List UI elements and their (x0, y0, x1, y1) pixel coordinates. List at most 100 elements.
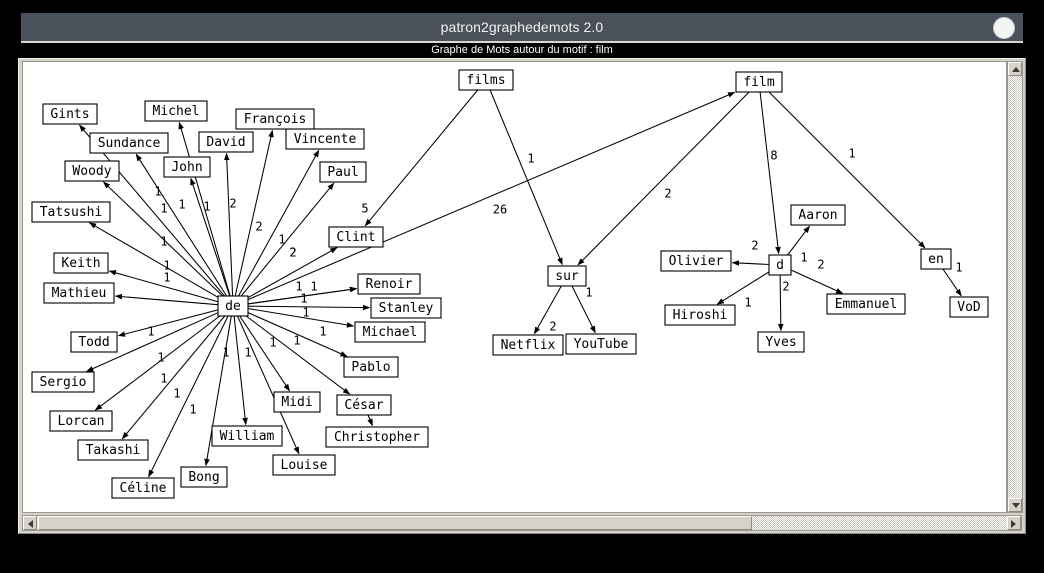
graph-node[interactable]: Olivier (660, 250, 732, 272)
vertical-scrollbar[interactable] (1007, 61, 1023, 513)
edge-weight-label: 1 (310, 280, 317, 294)
window-close-button[interactable] (993, 17, 1015, 39)
graph-node[interactable]: Hiroshi (664, 304, 736, 326)
node-label: YouTube (574, 337, 629, 352)
graph-node[interactable]: William (211, 425, 283, 447)
graph-node[interactable]: YouTube (565, 333, 637, 355)
graph-edge (117, 309, 219, 337)
graph-edge (190, 177, 231, 297)
scroll-right-button[interactable] (1007, 516, 1021, 530)
graph-node[interactable]: Takashi (77, 439, 149, 461)
node-label: Christopher (334, 430, 420, 445)
edge-weight-label: 2 (255, 220, 262, 234)
graph-node[interactable]: Mathieu (43, 282, 115, 304)
scroll-left-button[interactable] (23, 516, 37, 530)
graph-node[interactable]: Keith (53, 252, 109, 274)
edge-weight-label: 1 (157, 351, 164, 365)
horizontal-scrollbar[interactable] (22, 515, 1022, 531)
graph-node[interactable]: Michel (144, 100, 208, 122)
node-label: Olivier (669, 254, 724, 269)
graph-nodes: films film de sur d en Gints Sundance Woody Tatsu… (31, 69, 989, 499)
graph-node[interactable]: films (458, 69, 514, 91)
graph-node[interactable]: Tatsushi (31, 201, 111, 223)
graph-panel: films film de sur d en Gints Sundance Woody Tatsu… (18, 58, 1026, 534)
graph-node[interactable]: Emmanuel (826, 293, 906, 315)
node-label: Takashi (86, 443, 141, 458)
graph-node[interactable]: Aaron (790, 204, 846, 226)
node-label: Paul (327, 165, 358, 180)
triangle-left-icon (28, 520, 33, 528)
node-label: Pablo (351, 360, 390, 375)
graph-node[interactable]: en (920, 248, 952, 270)
graph-node[interactable]: Pablo (343, 356, 399, 378)
graph-node[interactable]: Woody (64, 160, 120, 182)
node-label: César (344, 398, 383, 413)
graph-node[interactable]: Louise (272, 454, 336, 476)
graph-node[interactable]: Lorcan (49, 410, 113, 432)
graph-node[interactable]: César (336, 394, 392, 416)
node-label: Stanley (379, 301, 434, 316)
edge-weight-label: 2 (549, 320, 556, 334)
node-label: Midi (281, 395, 312, 410)
graph-node[interactable]: John (163, 156, 211, 178)
graph-node[interactable]: Netflix (492, 334, 564, 356)
graph-node[interactable]: sur (547, 265, 587, 287)
triangle-right-icon (1011, 520, 1016, 528)
graph-node[interactable]: Gints (42, 103, 98, 125)
graph-node[interactable]: Céline (111, 477, 175, 499)
node-label: sur (555, 269, 579, 284)
graph-edge (367, 414, 373, 427)
node-label: Vincente (294, 132, 357, 147)
graph-node[interactable]: film (735, 71, 783, 93)
node-label: Gints (50, 107, 89, 122)
node-label: William (220, 429, 275, 444)
graph-node[interactable]: VoD (949, 296, 989, 318)
graph-node[interactable]: Bong (180, 466, 228, 488)
edge-weight-label: 1 (147, 325, 154, 339)
graph-node[interactable]: Yves (757, 331, 805, 353)
graph-node[interactable]: Michael (354, 321, 426, 343)
graph-node[interactable]: de (217, 295, 249, 317)
triangle-down-icon (1012, 503, 1020, 508)
edge-weight-label: 1 (585, 286, 592, 300)
graph-canvas[interactable]: films film de sur d en Gints Sundance Woody Tatsu… (22, 61, 1007, 513)
edge-weight-label: 8 (770, 149, 777, 163)
node-label: Clint (336, 230, 375, 245)
horizontal-scroll-thumb[interactable] (38, 516, 752, 530)
graph-node[interactable]: Todd (70, 331, 118, 353)
graph-edge (240, 182, 335, 297)
graph-node[interactable]: David (198, 131, 254, 153)
graph-edge (731, 260, 770, 266)
edge-weight-label: 1 (744, 296, 751, 310)
graph-edge (577, 91, 750, 266)
edge-weight-label: 26 (493, 203, 507, 217)
graph-node[interactable]: Stanley (370, 297, 442, 319)
node-label: Céline (120, 481, 167, 496)
graph-node[interactable]: Renoir (357, 273, 421, 295)
graph-node[interactable]: Vincente (285, 128, 365, 150)
node-label: John (171, 160, 202, 175)
graph-edge (759, 91, 781, 255)
graph-node[interactable]: Paul (319, 161, 367, 183)
scroll-up-button[interactable] (1008, 62, 1022, 76)
graph-node[interactable]: d (768, 254, 792, 276)
graph-node[interactable]: François (235, 108, 315, 130)
edge-weight-label: 1 (163, 271, 170, 285)
graph-edge (489, 89, 563, 266)
edge-weight-label: 1 (160, 202, 167, 216)
edge-weight-label: 2 (289, 246, 296, 260)
graph-node[interactable]: Clint (328, 226, 384, 248)
edge-weight-label: 1 (278, 233, 285, 247)
graph-node[interactable]: Christopher (325, 426, 429, 448)
node-label: Sundance (98, 136, 161, 151)
edge-weight-label: 2 (817, 258, 824, 272)
graph-node[interactable]: Sundance (89, 132, 169, 154)
node-label: Emmanuel (835, 297, 898, 312)
node-label: Aaron (798, 208, 837, 223)
graph-node[interactable]: Sergio (31, 371, 95, 393)
edge-weight-label: 1 (848, 147, 855, 161)
scroll-down-button[interactable] (1008, 498, 1022, 512)
graph-node[interactable]: Midi (273, 391, 321, 413)
node-label: Bong (188, 470, 219, 485)
node-label: Michael (363, 325, 418, 340)
